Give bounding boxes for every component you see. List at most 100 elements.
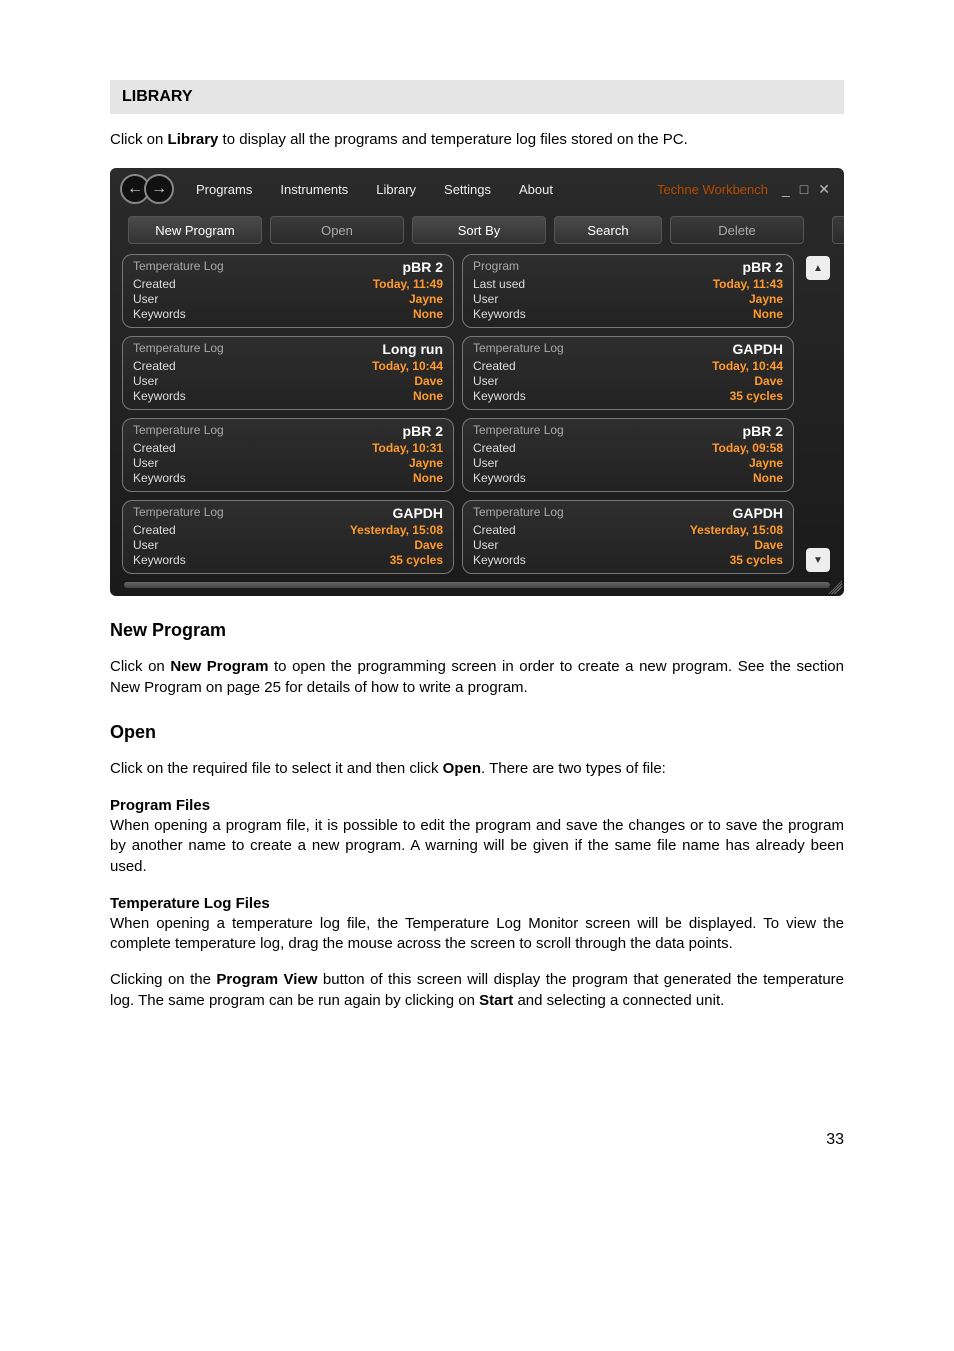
- field-value: 35 cycles: [186, 553, 443, 567]
- field-label: Created: [473, 441, 526, 455]
- card-name: pBR 2: [403, 259, 443, 275]
- field-value: None: [526, 307, 783, 321]
- field-value: Jayne: [186, 456, 443, 470]
- file-card[interactable]: Temperature LogpBR 2CreatedToday, 10:31U…: [122, 418, 454, 492]
- field-value: Jayne: [526, 292, 783, 306]
- search-button[interactable]: Search: [554, 216, 662, 244]
- field-label: Keywords: [473, 553, 526, 567]
- menu-settings[interactable]: Settings: [444, 182, 491, 197]
- field-value: Jayne: [526, 456, 783, 470]
- field-label: Keywords: [133, 307, 186, 321]
- field-value: Yesterday, 15:08: [186, 523, 443, 537]
- field-label: User: [473, 456, 526, 470]
- text: Click on: [110, 131, 168, 148]
- heading-temp-log-files: Temperature Log Files: [110, 895, 844, 912]
- field-value: Today, 10:31: [186, 441, 443, 455]
- card-name: GAPDH: [392, 505, 443, 521]
- field-value: None: [186, 389, 443, 403]
- field-value: Today, 10:44: [526, 359, 783, 373]
- app-title: Techne Workbench: [657, 182, 768, 197]
- field-label: Created: [133, 277, 186, 291]
- heading-program-files: Program Files: [110, 797, 844, 814]
- field-value: Today, 11:49: [186, 277, 443, 291]
- text-bold: Open: [443, 760, 481, 777]
- field-value: Jayne: [186, 292, 443, 306]
- open-button[interactable]: Open: [270, 216, 404, 244]
- card-type: Temperature Log: [473, 505, 564, 521]
- card-name: pBR 2: [403, 423, 443, 439]
- app-window: ← → Programs Instruments Library Setting…: [110, 168, 844, 596]
- cards-list: Temperature LogpBR 2CreatedToday, 11:49U…: [122, 254, 794, 574]
- file-card[interactable]: Temperature Log GAPDH CreatedYesterday, 15…: [462, 500, 794, 574]
- text: to display all the programs and temperat…: [218, 131, 687, 148]
- paragraph: When opening a temperature log file, the…: [110, 914, 844, 955]
- file-card[interactable]: Temperature LogpBR 2CreatedToday, 09:58U…: [462, 418, 794, 492]
- field-label: Created: [133, 523, 186, 537]
- file-card[interactable]: Temperature LogGAPDHCreatedToday, 10:44U…: [462, 336, 794, 410]
- text: and selecting a connected unit.: [513, 992, 724, 1009]
- card-name: pBR 2: [743, 423, 783, 439]
- menu-library[interactable]: Library: [376, 182, 416, 197]
- field-label: Last used: [473, 277, 526, 291]
- field-value: Today, 09:58: [526, 441, 783, 455]
- field-label: Created: [133, 441, 186, 455]
- run-button[interactable]: Run: [832, 216, 844, 244]
- field-label: Keywords: [133, 553, 186, 567]
- field-value: Today, 10:44: [186, 359, 443, 373]
- window-minimize-icon[interactable]: _: [782, 181, 794, 198]
- paragraph: Click on New Program to open the program…: [110, 657, 844, 698]
- card-name: GAPDH: [732, 505, 783, 521]
- toolbar: New Program Open Sort By Search Delete R…: [110, 214, 844, 254]
- paragraph: When opening a program file, it is possi…: [110, 816, 844, 877]
- card-type: Temperature Log: [133, 259, 224, 275]
- field-value: None: [526, 471, 783, 485]
- card-type: Temperature Log: [133, 341, 224, 357]
- text-bold: Program View: [216, 971, 317, 988]
- menu-programs[interactable]: Programs: [196, 182, 252, 197]
- field-label: Keywords: [133, 471, 186, 485]
- text: Clicking on the: [110, 971, 216, 988]
- field-label: User: [473, 292, 526, 306]
- sort-by-button[interactable]: Sort By: [412, 216, 546, 244]
- field-label: Created: [133, 359, 186, 373]
- file-card[interactable]: Temperature LogGAPDHCreatedYesterday, 15…: [122, 500, 454, 574]
- scroll-down-icon[interactable]: [806, 548, 830, 572]
- field-label: Keywords: [473, 307, 526, 321]
- field-value: None: [186, 471, 443, 485]
- text: Click on the required file to select it …: [110, 760, 443, 777]
- field-label: User: [473, 374, 526, 388]
- window-maximize-icon[interactable]: □: [800, 181, 812, 198]
- section-title: LIBRARY: [110, 80, 844, 114]
- scrollbar[interactable]: [806, 254, 832, 574]
- file-card[interactable]: ProgrampBR 2Last usedToday, 11:43UserJay…: [462, 254, 794, 328]
- field-label: Created: [473, 523, 526, 537]
- window-close-icon[interactable]: ✕: [818, 181, 834, 198]
- card-name: pBR 2: [743, 259, 783, 275]
- nav-forward-button[interactable]: →: [144, 174, 174, 204]
- delete-button[interactable]: Delete: [670, 216, 804, 244]
- field-label: Keywords: [133, 389, 186, 403]
- heading-open: Open: [110, 722, 844, 743]
- field-value: 35 cycles: [526, 389, 783, 403]
- field-label: Created: [473, 359, 526, 373]
- paragraph: Click on the required file to select it …: [110, 759, 844, 779]
- file-card[interactable]: Temperature LogpBR 2CreatedToday, 11:49U…: [122, 254, 454, 328]
- field-label: User: [133, 374, 186, 388]
- field-value: None: [186, 307, 443, 321]
- menu-about[interactable]: About: [519, 182, 553, 197]
- field-value: 35 cycles: [526, 553, 783, 567]
- menu-instruments[interactable]: Instruments: [280, 182, 348, 197]
- file-card[interactable]: Temperature LogLong runCreatedToday, 10:…: [122, 336, 454, 410]
- text-bold: New Program: [170, 658, 268, 675]
- new-program-button[interactable]: New Program: [128, 216, 262, 244]
- field-value: Today, 11:43: [526, 277, 783, 291]
- scroll-up-icon[interactable]: [806, 256, 830, 280]
- field-label: Keywords: [473, 471, 526, 485]
- card-type: Temperature Log: [133, 423, 224, 439]
- field-label: Keywords: [473, 389, 526, 403]
- text: Click on: [110, 658, 170, 675]
- titlebar: ← → Programs Instruments Library Setting…: [110, 168, 844, 214]
- resize-grip-icon[interactable]: [828, 580, 842, 594]
- text-bold: Library: [168, 131, 219, 148]
- field-value: Yesterday, 15:08: [526, 523, 783, 537]
